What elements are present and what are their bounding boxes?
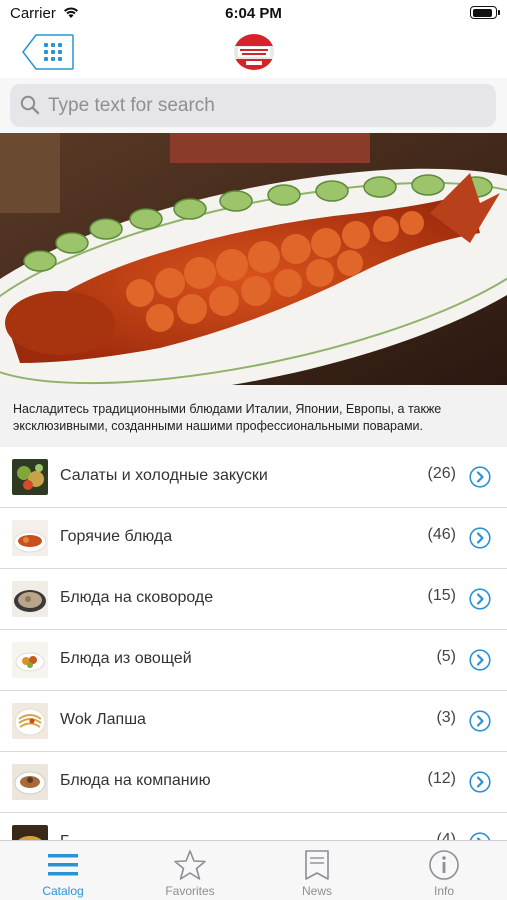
pan-dish-thumbnail xyxy=(12,581,48,617)
category-label: Блюда на сковороде xyxy=(60,589,214,606)
category-count: (12) xyxy=(427,770,456,787)
category-label: Блюда из овощей xyxy=(60,650,192,667)
category-count: (26) xyxy=(427,465,456,482)
tab-catalog[interactable]: Catalog xyxy=(0,841,126,900)
category-label: Wok Лапша xyxy=(60,711,146,728)
category-label: Салаты и холодные закуски xyxy=(60,467,268,484)
vegetable-dish-thumbnail xyxy=(12,642,48,678)
list-item[interactable]: Блюда из овощей (5) xyxy=(0,630,507,691)
tab-label: Catalog xyxy=(42,884,84,898)
search-placeholder: Type text for search xyxy=(48,95,215,116)
tab-news[interactable]: News xyxy=(254,841,380,900)
chevron-right-icon[interactable] xyxy=(469,527,491,549)
battery-level xyxy=(472,8,493,17)
tab-label: News xyxy=(301,884,332,898)
salad-thumbnail xyxy=(12,459,48,495)
list-item[interactable]: Горячие блюда (46) xyxy=(0,508,507,569)
hot-dish-thumbnail xyxy=(12,520,48,556)
tab-info[interactable]: Info xyxy=(381,841,507,900)
chevron-right-icon[interactable] xyxy=(469,649,491,671)
category-label: Горячие блюда xyxy=(60,528,173,545)
status-bar: Carrier 6:04 PM xyxy=(0,0,507,28)
battery-icon xyxy=(470,6,500,19)
bookmark-icon xyxy=(305,850,329,880)
list-icon xyxy=(48,854,78,876)
list-item[interactable]: Wok Лапша (3) xyxy=(0,691,507,752)
tab-favorites[interactable]: Favorites xyxy=(127,841,253,900)
chevron-right-icon[interactable] xyxy=(469,588,491,610)
category-label: Блюда на компанию xyxy=(60,772,211,789)
search-icon xyxy=(20,95,40,115)
category-count: (15) xyxy=(427,587,456,604)
category-count: (5) xyxy=(436,648,456,665)
tab-label: Info xyxy=(433,884,454,898)
tab-bar: Catalog Favorites News Info xyxy=(0,840,507,900)
search-bar: Type text for search xyxy=(0,78,507,133)
category-count: (3) xyxy=(436,709,456,726)
wok-noodles-thumbnail xyxy=(12,703,48,739)
chevron-right-icon[interactable] xyxy=(469,710,491,732)
info-icon xyxy=(429,850,459,880)
hero-image xyxy=(0,133,507,385)
list-item[interactable]: Блюда на сковороде (15) xyxy=(0,569,507,630)
tab-label: Favorites xyxy=(165,884,215,898)
fish-dish-photo xyxy=(0,133,507,385)
chevron-right-icon[interactable] xyxy=(469,771,491,793)
grid-menu-button[interactable] xyxy=(22,34,74,70)
restaurant-logo xyxy=(234,34,274,70)
category-list: Салаты и холодные закуски (26) Горячие б… xyxy=(0,447,507,874)
list-item[interactable]: Салаты и холодные закуски (26) xyxy=(0,447,507,508)
chevron-right-icon[interactable] xyxy=(469,466,491,488)
list-item[interactable]: Блюда на компанию (12) xyxy=(0,752,507,813)
status-time: 6:04 PM xyxy=(225,5,282,22)
restaurant-description: Насладитесь традиционными блюдами Италии… xyxy=(0,385,507,447)
group-dish-thumbnail xyxy=(12,764,48,800)
navigation-bar xyxy=(0,28,507,78)
category-count: (46) xyxy=(427,526,456,543)
star-icon xyxy=(174,850,206,880)
grid-icon xyxy=(44,43,62,61)
